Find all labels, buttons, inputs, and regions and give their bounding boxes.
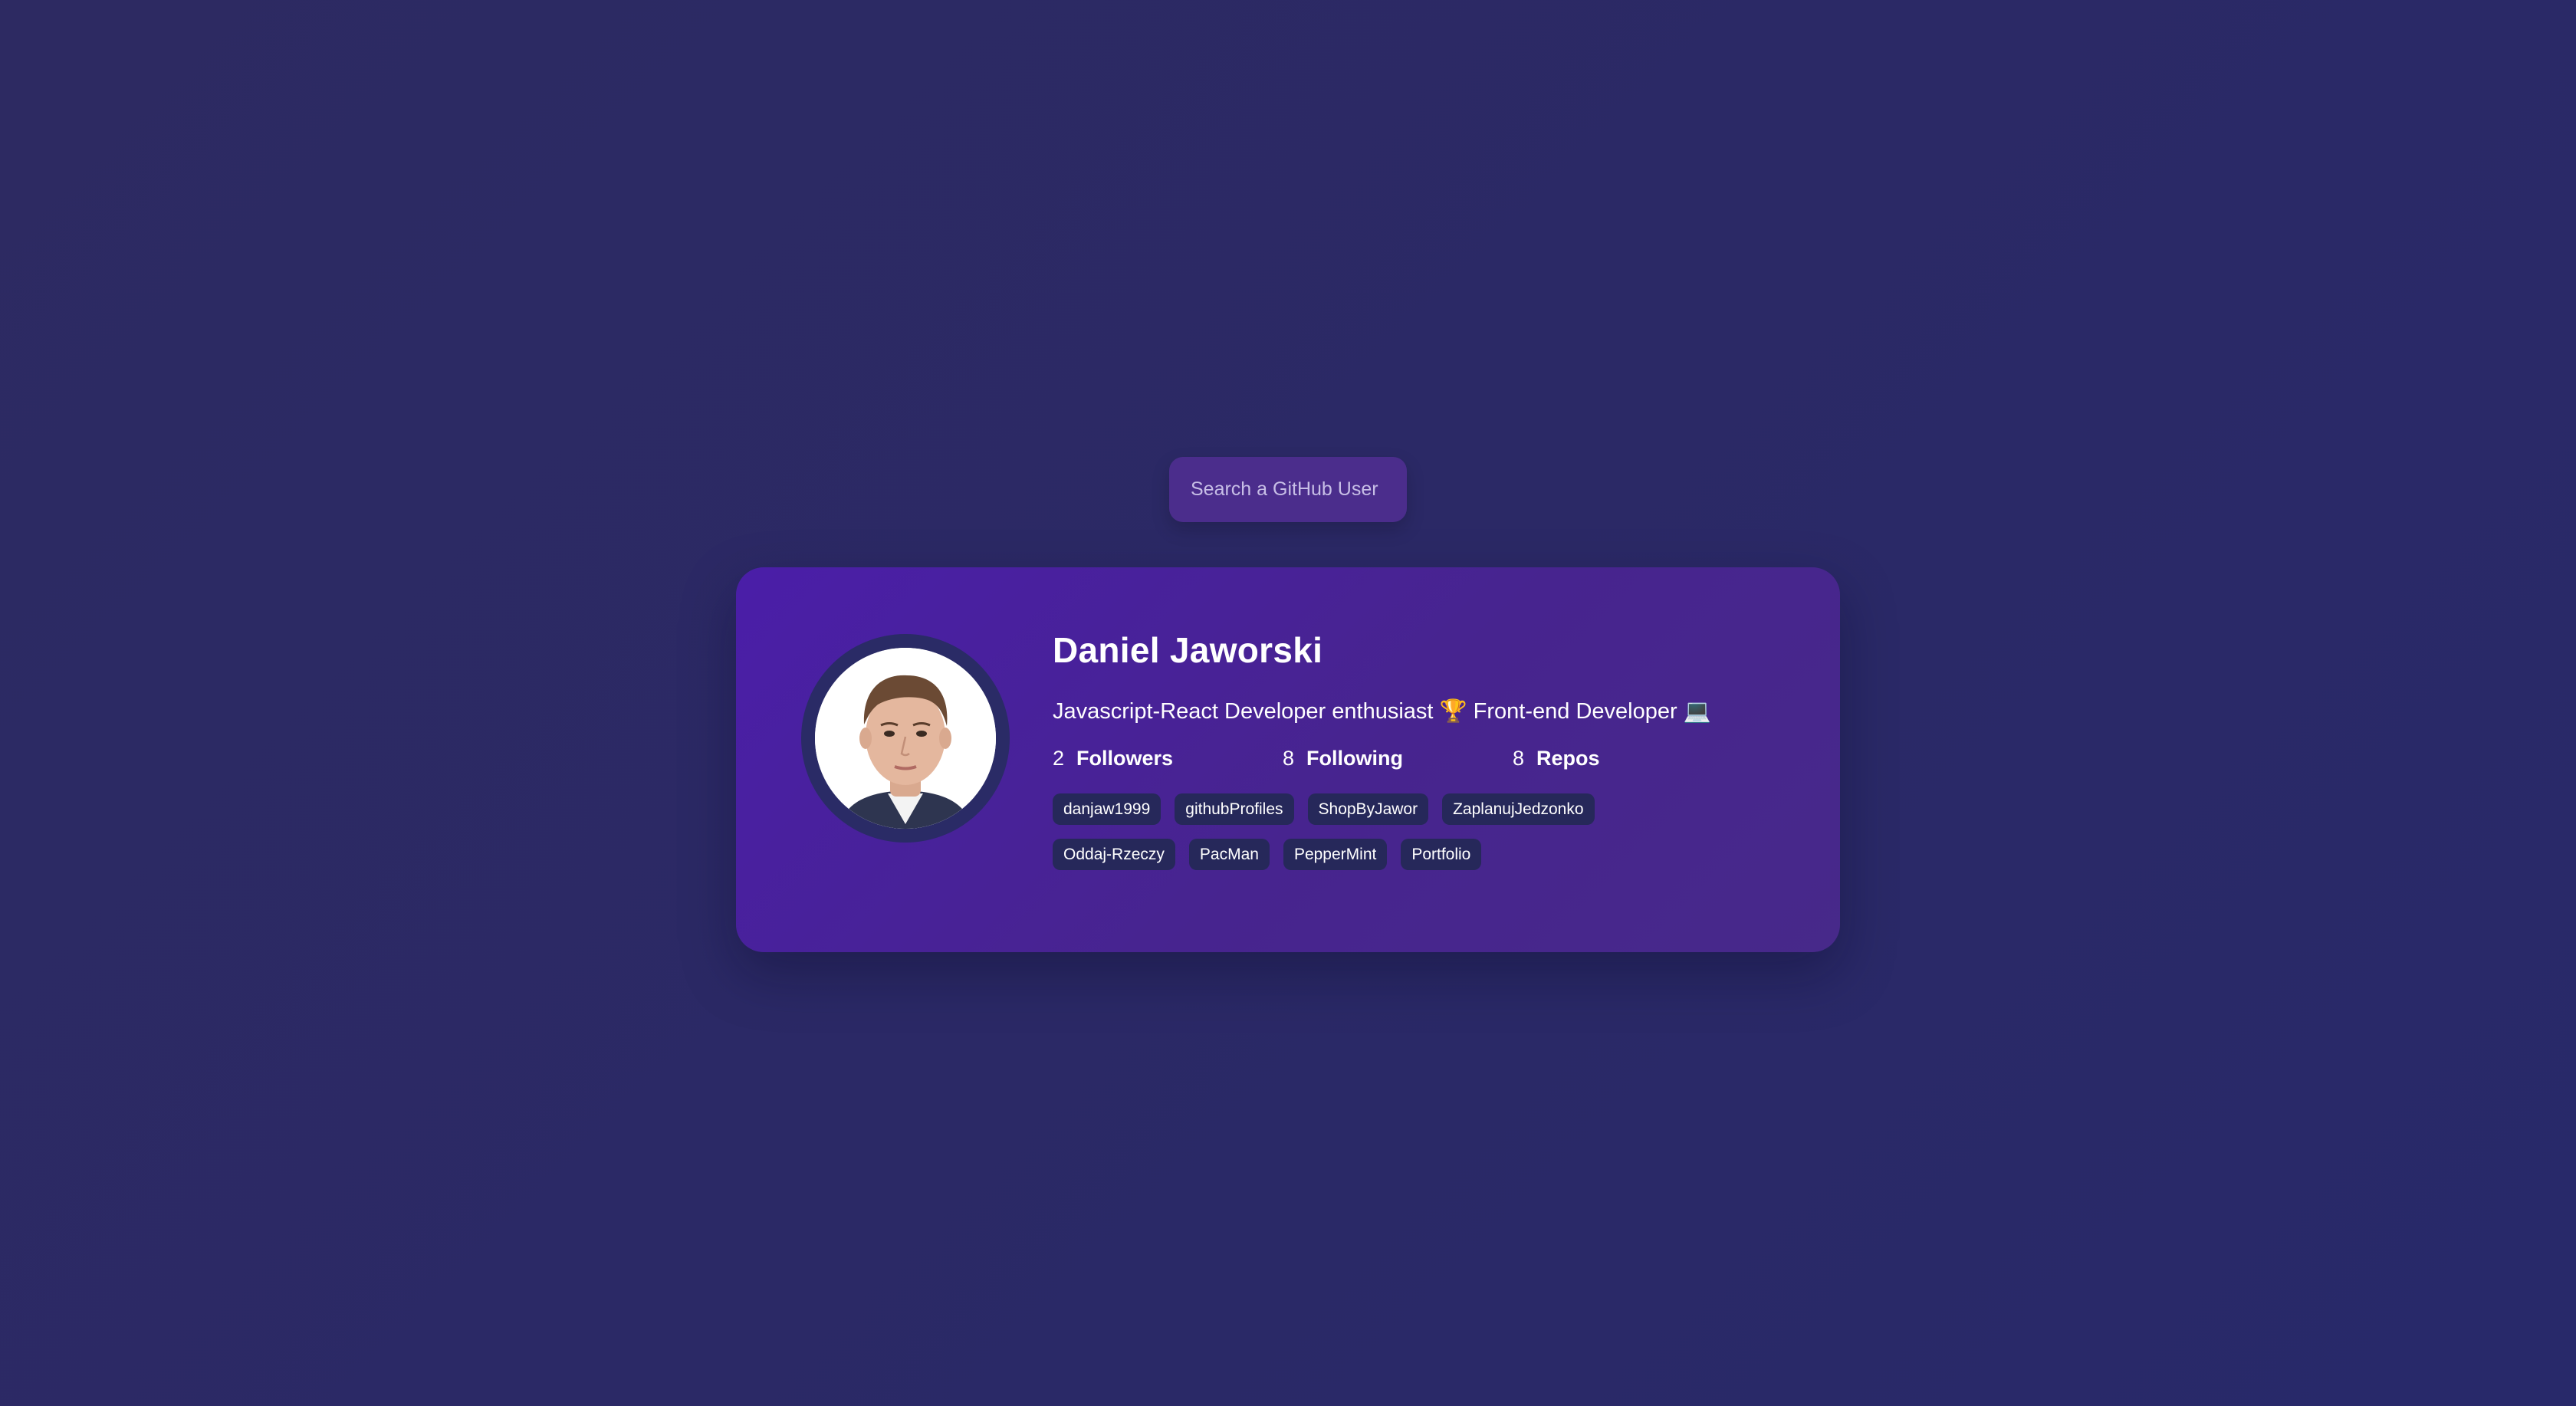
repo-link[interactable]: ZaplanujJedzonko: [1442, 793, 1595, 825]
search-input[interactable]: [1169, 457, 1407, 522]
avatar-image: [815, 648, 996, 829]
avatar: [815, 648, 996, 829]
stat-label: Followers: [1076, 746, 1174, 770]
repo-link[interactable]: githubProfiles: [1175, 793, 1294, 825]
stat-label: Repos: [1536, 746, 1600, 770]
stat-value: 2: [1053, 746, 1065, 770]
stat-value: 8: [1283, 746, 1295, 770]
user-stats: 2 Followers 8 Following 8 Repos: [1053, 747, 1743, 770]
stat-label: Following: [1306, 746, 1404, 770]
repo-link[interactable]: Portfolio: [1401, 838, 1482, 870]
repo-link[interactable]: danjaw1999: [1053, 793, 1162, 825]
user-name: Daniel Jaworski: [1053, 630, 1323, 670]
repo-link[interactable]: Oddaj-Rzeczy: [1053, 838, 1175, 870]
repo-link[interactable]: ShopByJawor: [1307, 793, 1429, 825]
stat-value: 8: [1513, 746, 1525, 770]
user-info: Daniel Jaworski Javascript-React Develop…: [1053, 632, 1743, 884]
search-form: [1169, 457, 1407, 522]
repo-link[interactable]: PacMan: [1188, 838, 1270, 870]
user-bio: Javascript-React Developer enthusiast 🏆 …: [1053, 699, 1711, 724]
stat-followers: 2 Followers: [1053, 747, 1283, 770]
avatar-ring: [801, 634, 1010, 843]
stat-following: 8 Following: [1283, 747, 1513, 770]
stat-repos: 8 Repos: [1513, 747, 1743, 770]
repo-link[interactable]: PepperMint: [1283, 838, 1388, 870]
user-card: Daniel Jaworski Javascript-React Develop…: [736, 567, 1840, 952]
repo-list: danjaw1999 githubProfiles ShopByJawor Za…: [1053, 793, 1743, 884]
